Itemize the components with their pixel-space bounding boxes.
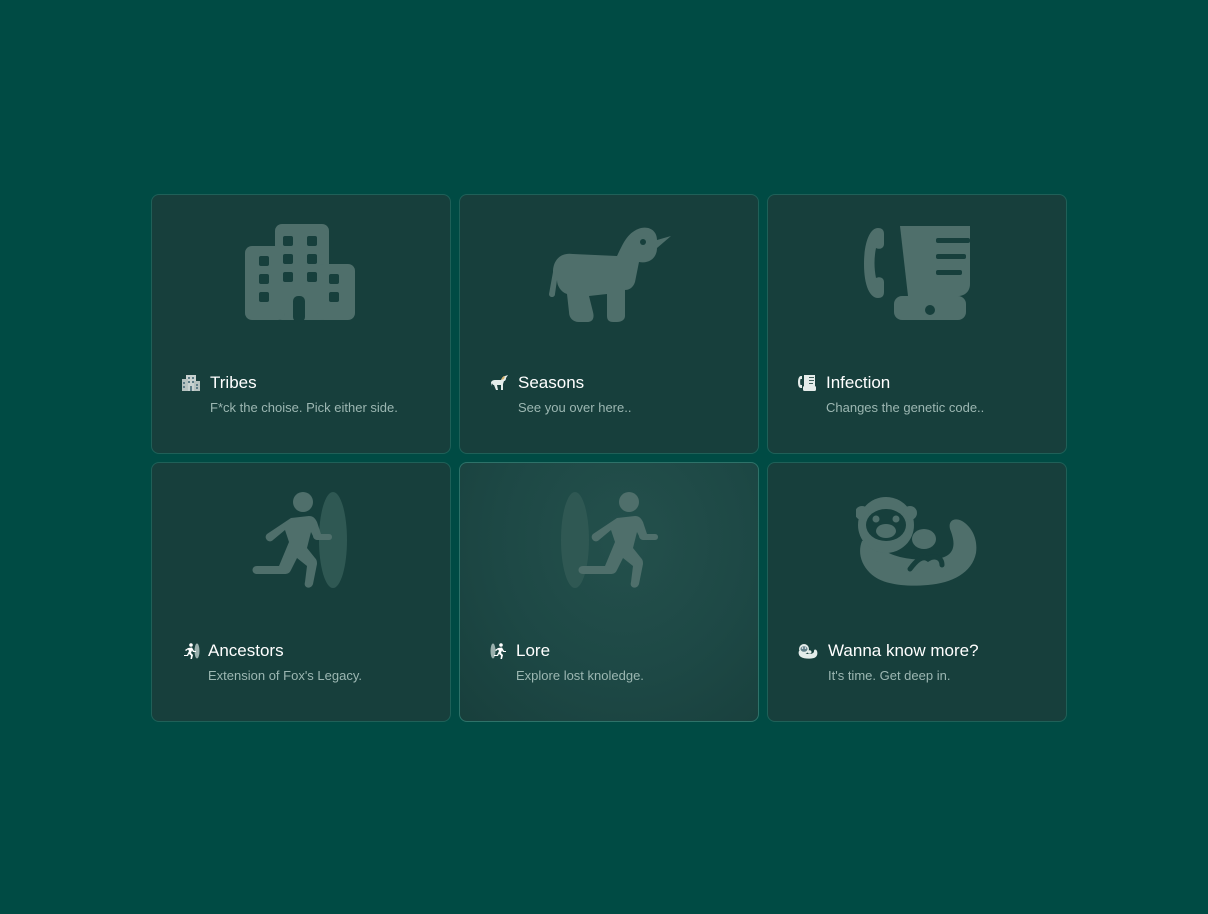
card-ancestors[interactable]: Ancestors Extension of Fox's Legacy.: [151, 462, 451, 722]
person-running-out-of-portal-icon: [182, 642, 200, 660]
card-title: Tribes: [210, 373, 257, 392]
card-meta: Tribes F*ck the choise. Pick either side…: [182, 372, 430, 416]
card-seasons[interactable]: Seasons See you over here..: [459, 194, 759, 454]
otter-icon: [768, 489, 1066, 593]
card-description: Explore lost knoledge.: [516, 668, 644, 683]
card-description: Changes the genetic code..: [826, 400, 985, 415]
card-title-row: Infection: [798, 372, 1046, 394]
office-building-icon: [152, 221, 450, 325]
otter-icon: [798, 642, 818, 660]
card-meta: Lore Explore lost knoledge.: [490, 640, 738, 684]
card-description: Extension of Fox's Legacy.: [208, 668, 362, 683]
card-infection[interactable]: Infection Changes the genetic code..: [767, 194, 1067, 454]
card-title-row: Ancestors: [182, 640, 430, 662]
card-title: Ancestors: [208, 641, 284, 660]
card-meta: Infection Changes the genetic code..: [798, 372, 1046, 416]
card-grid: Tribes F*ck the choise. Pick either side…: [151, 194, 1067, 722]
card-meta: Wanna know more? It's time. Get deep in.: [798, 640, 1046, 684]
fax-machine-icon: [768, 221, 1066, 325]
office-building-icon: [182, 374, 200, 392]
card-description: It's time. Get deep in.: [828, 668, 951, 683]
card-lore[interactable]: Lore Explore lost knoledge.: [459, 462, 759, 722]
card-title: Lore: [516, 641, 551, 660]
card-description: See you over here..: [518, 400, 632, 415]
fax-machine-icon: [798, 374, 816, 392]
card-title: Wanna know more?: [828, 641, 979, 660]
card-description: F*ck the choise. Pick either side.: [210, 400, 398, 415]
card-meta: Seasons See you over here..: [490, 372, 738, 416]
card-title-row: Wanna know more?: [798, 640, 1046, 662]
person-running-into-portal-icon: [490, 642, 508, 660]
card-title-row: Lore: [490, 640, 738, 662]
card-title: Infection: [826, 373, 891, 392]
card-meta: Ancestors Extension of Fox's Legacy.: [182, 640, 430, 684]
person-running-into-portal-icon: [460, 489, 758, 593]
unicorn-icon: [490, 374, 508, 392]
card-title-row: Seasons: [490, 372, 738, 394]
card-title-row: Tribes: [182, 372, 430, 394]
unicorn-icon: [460, 221, 758, 325]
person-running-out-of-portal-icon: [152, 489, 450, 593]
card-title: Seasons: [518, 373, 585, 392]
card-tribes[interactable]: Tribes F*ck the choise. Pick either side…: [151, 194, 451, 454]
card-wanna-know-more[interactable]: Wanna know more? It's time. Get deep in.: [767, 462, 1067, 722]
